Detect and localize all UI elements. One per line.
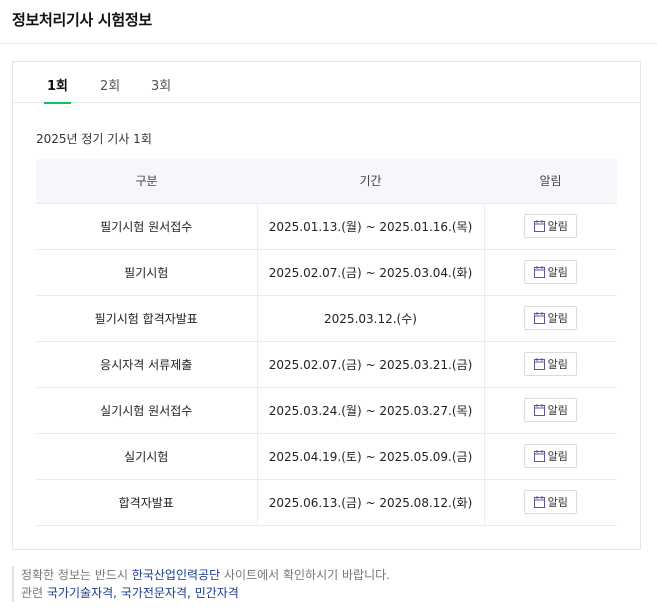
alarm-label: 알림 [547,358,568,371]
related-line: 관련 국가기술자격, 국가전문자격, 민간자격 [21,584,612,602]
alarm-label: 알림 [547,404,568,417]
related-prefix: 관련 [21,586,47,600]
tab-round-3[interactable]: 3회 [151,75,171,103]
alarm-label: 알림 [547,312,568,325]
row-category: 응시자격 서류제출 [36,341,257,388]
table-row: 필기시험 합격자발표 2025.03.12.(수) 알림 [36,295,617,342]
calendar-icon [533,404,545,416]
row-period: 2025.04.19.(토) ~ 2025.05.09.(금) [256,433,484,480]
row-alarm-cell: 알림 [483,479,617,526]
alarm-button[interactable]: 알림 [524,352,578,376]
row-period: 2025.06.13.(금) ~ 2025.08.12.(화) [256,479,484,526]
hrdk-link[interactable]: 한국산업인력공단 [132,568,220,582]
calendar-icon [533,220,545,232]
national-technical-qualification-link[interactable]: 국가기술자격 [47,586,113,600]
table-row: 응시자격 서류제출 2025.02.07.(금) ~ 2025.03.21.(금)… [36,341,617,388]
table-row: 필기시험 2025.02.07.(금) ~ 2025.03.04.(화) 알림 [36,249,617,296]
separator: , [113,586,121,600]
header: 정보처리기사 시험정보 [0,0,657,44]
tab-round-1[interactable]: 1회 [43,75,72,104]
row-period: 2025.02.07.(금) ~ 2025.03.04.(화) [256,249,484,296]
notice-prefix: 정확한 정보는 반드시 [21,568,132,582]
row-period: 2025.03.12.(수) [256,295,484,342]
round-tabs: 1회 2회 3회 [13,62,640,104]
alarm-button[interactable]: 알림 [524,214,578,238]
page-title: 정보처리기사 시험정보 [12,11,152,29]
header-category: 구분 [36,159,257,204]
row-category: 필기시험 [36,249,257,296]
notice-suffix: 사이트에서 확인하시기 바랍니다. [220,568,390,582]
alarm-button[interactable]: 알림 [524,490,578,514]
calendar-icon [533,266,545,278]
calendar-icon [533,312,545,324]
row-alarm-cell: 알림 [483,295,617,342]
private-qualification-link[interactable]: 민간자격 [195,586,239,600]
alarm-label: 알림 [547,450,568,463]
separator: , [187,586,195,600]
row-period: 2025.03.24.(월) ~ 2025.03.27.(목) [256,387,484,434]
national-professional-qualification-link[interactable]: 국가전문자격 [121,586,187,600]
table-row: 실기시험 원서접수 2025.03.24.(월) ~ 2025.03.27.(목)… [36,387,617,434]
calendar-icon [533,496,545,508]
table-row: 합격자발표 2025.06.13.(금) ~ 2025.08.12.(화) 알림 [36,479,617,526]
alarm-button[interactable]: 알림 [524,306,578,330]
row-alarm-cell: 알림 [483,341,617,388]
header-period: 기간 [257,159,484,204]
alarm-button[interactable]: 알림 [524,260,578,284]
table-row: 필기시험 원서접수 2025.01.13.(월) ~ 2025.01.16.(목)… [36,203,617,250]
alarm-button[interactable]: 알림 [524,444,578,468]
exam-info-card: 1회 2회 3회 2025년 정기 기사 1회 구분 기간 알림 필기시험 원서… [12,61,641,550]
tab-round-2[interactable]: 2회 [100,75,120,103]
table-header-row: 구분 기간 알림 [36,159,617,204]
alarm-label: 알림 [547,266,568,279]
row-category: 실기시험 원서접수 [36,387,257,434]
exam-subtitle: 2025년 정기 기사 1회 [36,132,152,146]
row-category: 필기시험 합격자발표 [36,295,257,342]
alarm-button[interactable]: 알림 [524,398,578,422]
row-alarm-cell: 알림 [483,433,617,480]
row-alarm-cell: 알림 [483,249,617,296]
schedule-table: 구분 기간 알림 필기시험 원서접수 2025.01.13.(월) ~ 2025.… [36,159,617,526]
row-alarm-cell: 알림 [483,203,617,250]
alarm-label: 알림 [547,220,568,233]
row-category: 필기시험 원서접수 [36,203,257,250]
alarm-label: 알림 [547,496,568,509]
calendar-icon [533,450,545,462]
row-period: 2025.01.13.(월) ~ 2025.01.16.(목) [256,203,484,250]
table-row: 실기시험 2025.04.19.(토) ~ 2025.05.09.(금) 알림 [36,433,617,480]
row-category: 합격자발표 [36,479,257,526]
header-alarm: 알림 [484,159,617,204]
row-category: 실기시험 [36,433,257,480]
notice-line: 정확한 정보는 반드시 한국산업인력공단 사이트에서 확인하시기 바랍니다. [21,566,612,584]
row-period: 2025.02.07.(금) ~ 2025.03.21.(금) [256,341,484,388]
calendar-icon [533,358,545,370]
footer-notice: 정확한 정보는 반드시 한국산업인력공단 사이트에서 확인하시기 바랍니다. 관… [12,566,612,602]
row-alarm-cell: 알림 [483,387,617,434]
